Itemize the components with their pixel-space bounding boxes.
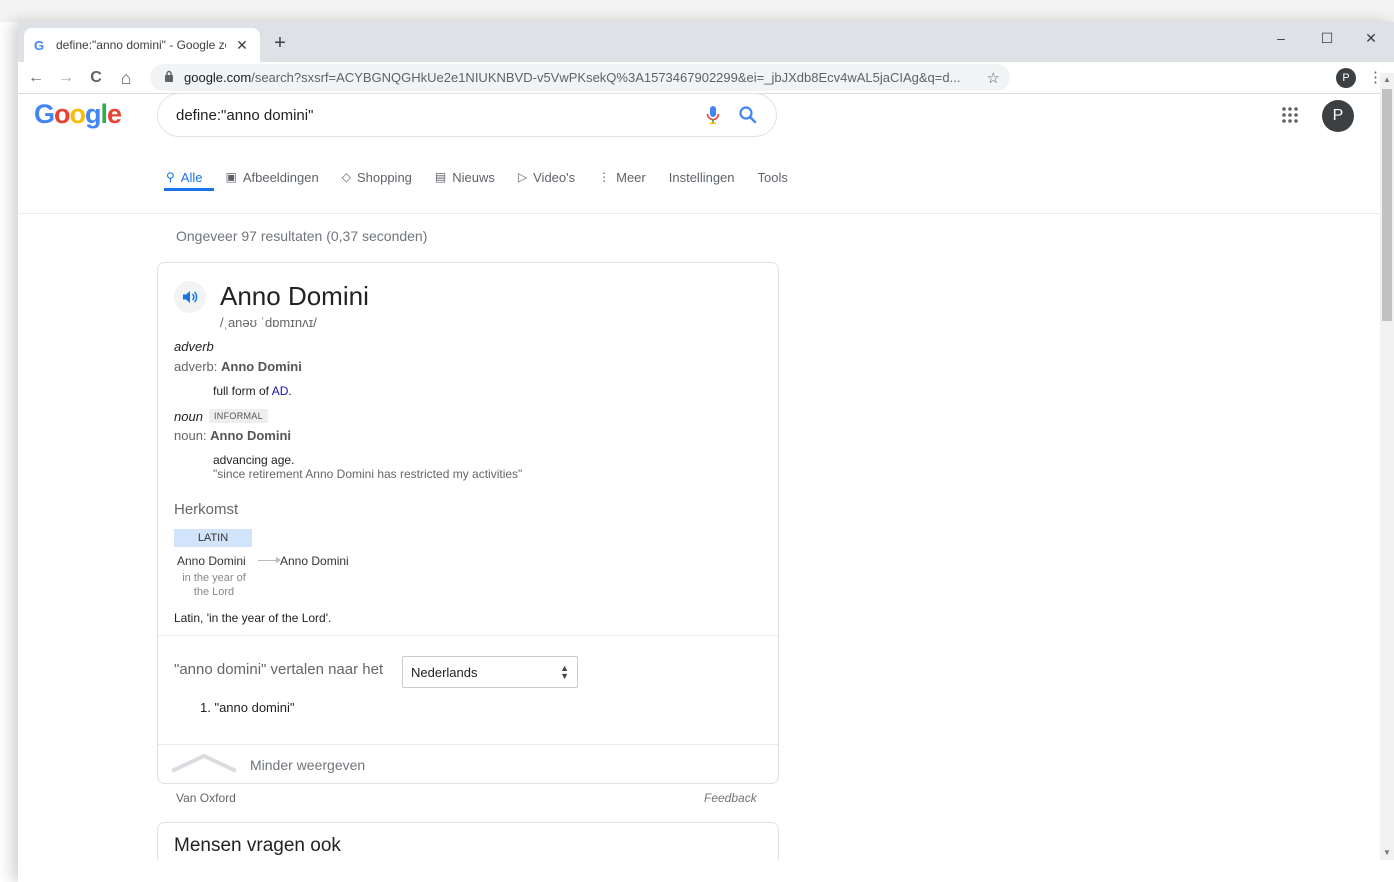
definition: full form of AD. [213,384,292,398]
scroll-down-arrow[interactable]: ▼ [1380,846,1394,860]
people-also-ask-card: Mensen vragen ook [157,822,779,860]
account-avatar[interactable]: P [1322,100,1354,132]
definition-prefix: full form of [213,384,272,398]
maximize-button[interactable]: ☐ [1304,22,1350,54]
newspaper-icon: ▤ [434,170,447,184]
tab-shopping[interactable]: ◇ Shopping [342,151,412,191]
pos-line: noun: Anno Domini [174,428,291,443]
search-box[interactable]: define:"anno domini" [157,93,777,137]
logo-letter: G [34,99,55,129]
feedback-link[interactable]: Feedback [704,791,757,805]
search-input[interactable]: define:"anno domini" [176,107,313,124]
origin-gloss: in the year of the Lord [174,571,254,599]
part-of-speech: adverb [174,339,214,354]
scroll-up-arrow[interactable]: ▲ [1380,73,1394,87]
tab-nieuws[interactable]: ▤ Nieuws [435,151,495,191]
image-icon: ▣ [225,170,237,184]
tab-label: Tools [757,169,788,185]
translate-label: "anno domini" vertalen naar het [174,661,384,678]
logo-letter: g [85,99,101,129]
more-vertical-icon: ⋮ [598,170,611,184]
nav-divider [18,213,1380,214]
pos-line-word: Anno Domini [210,428,292,443]
origin-target-word: Anno Domini [280,554,349,568]
card-divider [158,744,778,745]
chevron-up-icon[interactable] [171,753,237,773]
pos-line-prefix: noun: [174,428,211,443]
tab-alle[interactable]: ⚲ Alle [163,151,216,191]
scroll-thumb[interactable] [1382,89,1392,321]
tab-label: Instellingen [668,169,735,185]
tab-label: Video's [533,169,576,185]
result-stats: Ongeveer 97 resultaten (0,37 seconden) [176,228,428,244]
show-less-button[interactable]: Minder weergeven [250,757,365,773]
translation-item: 1. "anno domini" [200,700,295,715]
minimize-button[interactable]: – [1258,22,1304,54]
origin-source-word: Anno Domini [177,554,246,568]
example-sentence: "since retirement Anno Domini has restri… [213,467,523,481]
part-of-speech: noun [174,409,203,424]
logo-letter: e [107,99,122,129]
search-results-page: Google define:"anno domini" P ⚲ Alle ▣ Afb… [18,73,1380,860]
pronunciation-button[interactable] [174,281,206,313]
new-tab-button[interactable]: + [268,32,292,55]
tab-title: define:"anno domini" - Google zo [56,38,226,52]
tab-strip: G define:"anno domini" - Google zo ✕ + –… [18,22,1394,62]
search-nav-tabs: ⚲ Alle ▣ Afbeeldingen ◇ Shopping ▤ Nieuws ▷ V… [163,151,811,191]
close-window-button[interactable]: ✕ [1348,22,1394,54]
tab-meer[interactable]: ⋮ Meer [598,151,646,191]
dictionary-card: Anno Domini /ˌanəʊ ˈdɒmɪnʌɪ/ adverb adve… [157,262,779,784]
phonetic: /ˌanəʊ ˈdɒmɪnʌɪ/ [220,315,317,330]
select-arrows-icon: ▲ ▼ [560,663,569,681]
tab-afbeeldingen[interactable]: ▣ Afbeeldingen [225,151,318,191]
origin-gloss-line: the Lord [193,586,235,598]
search-icon[interactable] [738,105,758,125]
tab-instellingen[interactable]: Instellingen [669,151,735,191]
logo-letter: o [54,99,70,129]
definition-link[interactable]: AD [272,384,289,398]
google-apps-icon[interactable] [1280,105,1300,125]
card-divider [158,635,778,636]
tag-icon: ◇ [341,170,351,184]
play-icon: ▷ [517,170,528,184]
pos-line-prefix: adverb: [174,359,221,374]
speaker-icon [183,291,198,303]
definition: advancing age. [213,453,295,467]
tab-label: Meer [616,169,646,185]
tab-videos[interactable]: ▷ Video's [518,151,575,191]
logo-letter: o [69,99,86,129]
desktop-background [0,0,1394,22]
google-logo[interactable]: Google [34,99,122,130]
origin-gloss-line: in the year of [182,572,246,584]
tab-label: Shopping [356,169,412,185]
definition-suffix: . [288,384,292,398]
origin-heading: Herkomst [174,501,239,518]
tab-label: Afbeeldingen [242,169,319,185]
tab-label: Nieuws [452,169,495,185]
browser-tab[interactable]: G define:"anno domini" - Google zo ✕ [24,28,260,62]
origin-language: LATIN [174,529,252,547]
origin-text: Latin, 'in the year of the Lord'. [174,611,332,625]
people-also-ask-title: Mensen vragen ook [174,835,341,856]
page-scrollbar[interactable]: ▲ ▼ [1380,73,1394,860]
microphone-icon[interactable] [706,105,720,125]
tab-label: Alle [180,169,203,185]
register-badge: INFORMAL [209,409,268,423]
translate-language-select[interactable]: Nederlands ▲ ▼ [402,656,578,688]
selected-language: Nederlands [411,664,478,680]
search-small-icon: ⚲ [166,170,175,184]
origin-arrow [258,557,281,563]
tab-close-icon[interactable]: ✕ [234,37,250,54]
google-favicon-icon: G [34,37,45,53]
headword: Anno Domini [220,281,369,311]
pos-line-word: Anno Domini [220,359,302,374]
tab-tools[interactable]: Tools [758,151,788,191]
pos-line: adverb: Anno Domini [174,359,302,374]
dictionary-source: Van Oxford [176,791,236,805]
